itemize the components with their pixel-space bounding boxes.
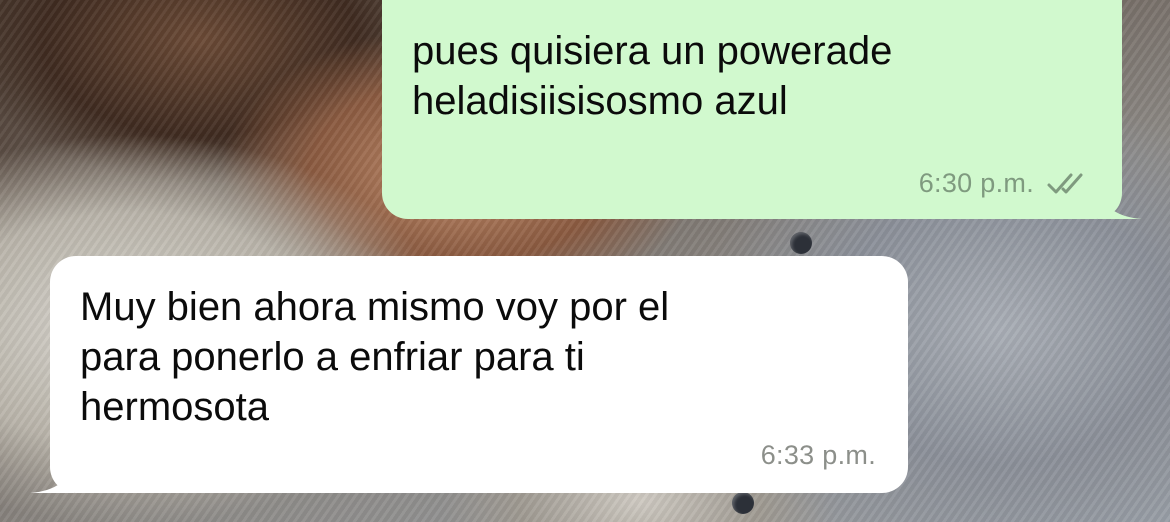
wallpaper-button-detail — [790, 232, 812, 254]
bubble-tail-incoming — [30, 460, 74, 493]
message-text: pues quisiera un powerade heladisiisisos… — [412, 29, 893, 123]
message-meta: 6:30 p.m. — [919, 168, 1092, 199]
bubble-tail-outgoing — [1098, 186, 1142, 219]
message-meta: 6:33 p.m. — [761, 440, 876, 471]
message-text: Muy bien ahora mismo voy por el para pon… — [80, 285, 670, 429]
message-bubble-outgoing[interactable]: pues quisiera un powerade heladisiisisos… — [382, 0, 1122, 219]
wallpaper-button-detail — [732, 492, 754, 514]
message-timestamp: 6:30 p.m. — [918, 168, 1034, 198]
double-check-icon — [1047, 173, 1083, 193]
message-bubble-incoming[interactable]: Muy bien ahora mismo voy por el para pon… — [50, 256, 908, 493]
message-timestamp: 6:33 p.m. — [760, 440, 876, 470]
